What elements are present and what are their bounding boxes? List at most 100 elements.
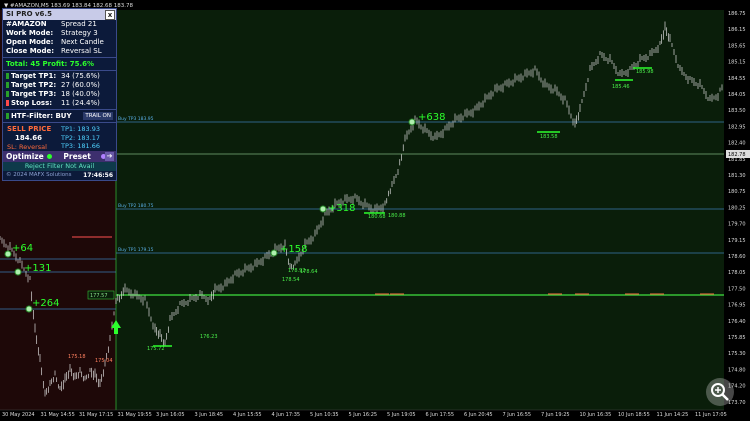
panel-title: SI PRO v6.5 x bbox=[3, 9, 116, 20]
price-tick: 185.65 bbox=[728, 43, 746, 49]
tp-list: TP1: 183.93 TP2: 183.17 TP3: 181.66 bbox=[61, 125, 100, 151]
sl-mode: SL: Reversal bbox=[7, 143, 47, 151]
price-tick: 179.15 bbox=[728, 238, 746, 244]
reject-filter-status: Reject Filter Not Avail bbox=[3, 162, 116, 171]
symbol-label: #AMAZON bbox=[6, 20, 47, 28]
time-tick: 4 Jun 17:35 bbox=[272, 412, 301, 418]
time-tick: 7 Jun 19:25 bbox=[541, 412, 570, 418]
target-tp2-value: 27 (60.0%) bbox=[61, 81, 100, 89]
time-tick: 30 May 2024 bbox=[2, 412, 35, 418]
spread-value: Spread 21 bbox=[61, 20, 97, 28]
price-tick: 180.25 bbox=[728, 205, 746, 211]
time-tick: 11 Jun 17:05 bbox=[695, 412, 727, 418]
total-profit: Total: 45 Profit: 75.6% bbox=[6, 60, 94, 68]
time-tick: 4 Jun 15:55 bbox=[233, 412, 262, 418]
price-marker-label: 178.54 bbox=[282, 277, 300, 283]
pips-label: +64 bbox=[12, 243, 33, 254]
target-hit-dot bbox=[14, 268, 22, 276]
tp-marker-icon bbox=[6, 91, 9, 97]
tp-marker-icon bbox=[6, 73, 9, 79]
buy-zone bbox=[116, 10, 724, 410]
entry-label: 177.57 bbox=[90, 293, 108, 299]
price-tick: 182.40 bbox=[728, 141, 746, 147]
close-mode-row: Close Mode: Reversal SL bbox=[3, 47, 116, 56]
panel-footer: © 2024 MAFX Solutions 17:46:56 bbox=[3, 171, 116, 180]
work-mode-label: Work Mode: bbox=[6, 29, 54, 37]
htf-filter-text: HTF-Filter: BUY bbox=[11, 112, 72, 120]
target-hit-dot bbox=[4, 250, 12, 258]
zoom-icon[interactable] bbox=[706, 378, 734, 406]
time-tick: 3 Jun 16:05 bbox=[156, 412, 185, 418]
pips-label: +638 bbox=[418, 112, 445, 123]
htf-marker-icon bbox=[6, 113, 9, 119]
work-mode-value: Strategy 3 bbox=[61, 29, 98, 37]
panel-title-text: SI PRO v6.5 bbox=[6, 10, 52, 18]
price-marker-label: 178.92 bbox=[288, 268, 306, 274]
price-tick: 181.30 bbox=[728, 173, 746, 179]
price-tick: 184.05 bbox=[728, 92, 746, 98]
tp3-value: TP3: 181.66 bbox=[61, 142, 101, 150]
time-tick: 10 Jun 18:55 bbox=[618, 412, 650, 418]
tp3-line-label: Buy TP3 183.95 bbox=[118, 116, 154, 122]
open-mode-row: Open Mode: Next Candle bbox=[3, 38, 116, 47]
price-tick: 175.30 bbox=[728, 351, 746, 357]
optimize-button[interactable]: Optimize bbox=[6, 152, 44, 161]
current-price: 182.78 bbox=[728, 152, 746, 158]
trail-button[interactable]: TRAIL ON bbox=[83, 112, 113, 120]
time-tick: 10 Jun 16:35 bbox=[580, 412, 612, 418]
price-marker-label: 175.18 bbox=[68, 354, 86, 360]
price-tick: 186.75 bbox=[728, 11, 746, 17]
sell-price-value: 184.66 bbox=[15, 134, 43, 142]
sell-price-label: SELL PRICE bbox=[7, 125, 52, 133]
target-hit-dot bbox=[408, 118, 416, 126]
optimize-status-icon bbox=[46, 154, 52, 159]
price-marker-label: 183.58 bbox=[540, 134, 558, 140]
open-mode-label: Open Mode: bbox=[6, 38, 54, 46]
price-tick: 185.15 bbox=[728, 60, 746, 66]
price-tick: 174.80 bbox=[728, 367, 746, 373]
open-mode-value: Next Candle bbox=[61, 38, 104, 46]
target-hit-dot bbox=[270, 249, 278, 257]
price-marker-label: 176.23 bbox=[200, 334, 218, 340]
target-tp1-row: Target TP1: 34 (75.6%) bbox=[3, 72, 116, 81]
price-marker-label: 175.72 bbox=[147, 346, 165, 352]
price-tick: 184.55 bbox=[728, 76, 746, 82]
server-time: 17:46:56 bbox=[83, 172, 113, 179]
time-tick: 6 Jun 17:55 bbox=[426, 412, 455, 418]
price-tick: 178.05 bbox=[728, 270, 746, 276]
time-tick: 5 Jun 10:35 bbox=[310, 412, 339, 418]
time-tick: 31 May 14:55 bbox=[41, 412, 75, 418]
price-marker-label: 180.88 bbox=[388, 213, 406, 219]
price-tick: 175.85 bbox=[728, 335, 746, 341]
pips-label: +158 bbox=[280, 244, 307, 255]
price-tick: 180.75 bbox=[728, 189, 746, 195]
copyright: © 2024 MAFX Solutions bbox=[6, 172, 72, 178]
target-tp1-value: 34 (75.6%) bbox=[61, 72, 100, 80]
arrow-right-icon[interactable]: ➔ bbox=[105, 152, 114, 161]
pips-label: +131 bbox=[24, 263, 51, 274]
price-tick: 182.95 bbox=[728, 124, 746, 130]
time-tick: 6 Jun 20:45 bbox=[464, 412, 493, 418]
close-icon[interactable]: x bbox=[105, 10, 115, 20]
time-tick: 11 Jun 14:25 bbox=[657, 412, 689, 418]
preset-button[interactable]: Preset bbox=[63, 152, 90, 161]
work-mode-row: Work Mode: Strategy 3 bbox=[3, 29, 116, 38]
tp1-line-label: Buy TP1 179.15 bbox=[118, 247, 154, 253]
signal-block: SELL PRICE 184.66 SL: Reversal TP1: 183.… bbox=[3, 124, 116, 151]
price-tick: 178.60 bbox=[728, 254, 746, 260]
time-tick: 7 Jun 16:55 bbox=[503, 412, 532, 418]
price-tick: 186.15 bbox=[728, 27, 746, 33]
stop-loss-label: Stop Loss: bbox=[11, 99, 53, 107]
pips-label: +318 bbox=[328, 203, 355, 214]
price-marker-label: 180.68 bbox=[368, 214, 386, 220]
price-marker-label: 175.04 bbox=[95, 358, 113, 364]
tp2-line-label: Buy TP2 180.75 bbox=[118, 203, 154, 209]
pips-label: +264 bbox=[32, 298, 59, 309]
time-tick: 31 May 19:55 bbox=[118, 412, 152, 418]
divider bbox=[3, 57, 116, 58]
price-tick: 176.40 bbox=[728, 319, 746, 325]
target-tp3-label: Target TP3: bbox=[11, 90, 57, 98]
price-tick: 176.95 bbox=[728, 303, 746, 309]
target-tp2-label: Target TP2: bbox=[11, 81, 57, 89]
tp1-value: TP1: 183.93 bbox=[61, 125, 101, 133]
